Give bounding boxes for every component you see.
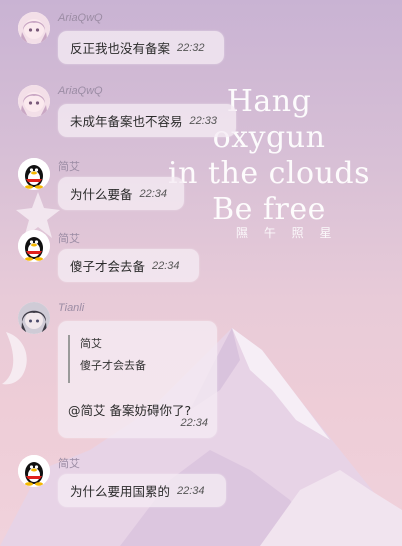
avatar[interactable] bbox=[18, 302, 50, 334]
sender-name: 简艾 bbox=[58, 458, 80, 470]
avatar[interactable] bbox=[18, 455, 50, 487]
avatar[interactable] bbox=[18, 85, 50, 117]
qq-penguin-icon bbox=[18, 230, 50, 262]
qq-penguin-icon bbox=[18, 158, 50, 190]
chat-history[interactable]: AriaQwQ 反正我也没有备案 22:32 AriaQwQ 未成年备案也不容易… bbox=[0, 0, 402, 546]
message-text: 未成年备案也不容易 bbox=[70, 114, 183, 129]
message-bubble[interactable]: 为什么要备 22:34 bbox=[58, 177, 184, 210]
avatar[interactable] bbox=[18, 12, 50, 44]
message-text: 傻子才会去备 bbox=[70, 259, 146, 274]
quoted-text: 傻子才会去备 bbox=[80, 359, 146, 372]
message-time: 22:34 bbox=[177, 484, 205, 497]
sender-name: Tianli bbox=[58, 302, 85, 314]
message-bubble[interactable]: 简艾 傻子才会去备 @简艾 备案妨碍你了? 22:34 bbox=[58, 321, 217, 438]
quoted-message[interactable]: 简艾 傻子才会去备 bbox=[68, 335, 207, 383]
message-item: 简艾 为什么要用国累的 22:34 bbox=[18, 455, 388, 515]
anime-girl-avatar-icon bbox=[18, 85, 50, 117]
message-item: AriaQwQ 未成年备案也不容易 22:33 bbox=[18, 85, 388, 145]
message-item: Tianli 简艾 傻子才会去备 @简艾 备案妨碍你了? 22:34 bbox=[18, 302, 388, 442]
message-bubble[interactable]: 为什么要用国累的 22:34 bbox=[58, 474, 226, 507]
avatar[interactable] bbox=[18, 230, 50, 262]
message-item: 简艾 傻子才会去备 22:34 bbox=[18, 230, 388, 290]
message-time: 22:33 bbox=[189, 114, 218, 127]
message-text: 为什么要用国累的 bbox=[70, 484, 171, 499]
message-text: 为什么要备 bbox=[70, 187, 133, 202]
message-text: 反正我也没有备案 bbox=[70, 41, 171, 56]
message-item: 简艾 为什么要备 22:34 bbox=[18, 158, 388, 218]
message-time: 22:32 bbox=[177, 41, 205, 54]
qq-penguin-icon bbox=[18, 455, 50, 487]
sender-name: AriaQwQ bbox=[58, 85, 103, 97]
message-bubble[interactable]: 傻子才会去备 22:34 bbox=[58, 249, 199, 282]
message-time: 22:34 bbox=[152, 259, 180, 272]
avatar[interactable] bbox=[18, 158, 50, 190]
sender-name: 简艾 bbox=[58, 161, 80, 173]
anime-girl-avatar-icon bbox=[18, 12, 50, 44]
message-bubble[interactable]: 反正我也没有备案 22:32 bbox=[58, 31, 224, 64]
quoted-sender: 简艾 bbox=[80, 337, 102, 350]
anime-girl-avatar-icon bbox=[18, 302, 50, 334]
message-time: 22:34 bbox=[139, 187, 168, 200]
sender-name: 简艾 bbox=[58, 233, 80, 245]
message-bubble[interactable]: 未成年备案也不容易 22:33 bbox=[58, 104, 236, 137]
message-time: 22:34 bbox=[180, 417, 208, 429]
message-item: AriaQwQ 反正我也没有备案 22:32 bbox=[18, 12, 388, 72]
sender-name: AriaQwQ bbox=[58, 12, 103, 24]
